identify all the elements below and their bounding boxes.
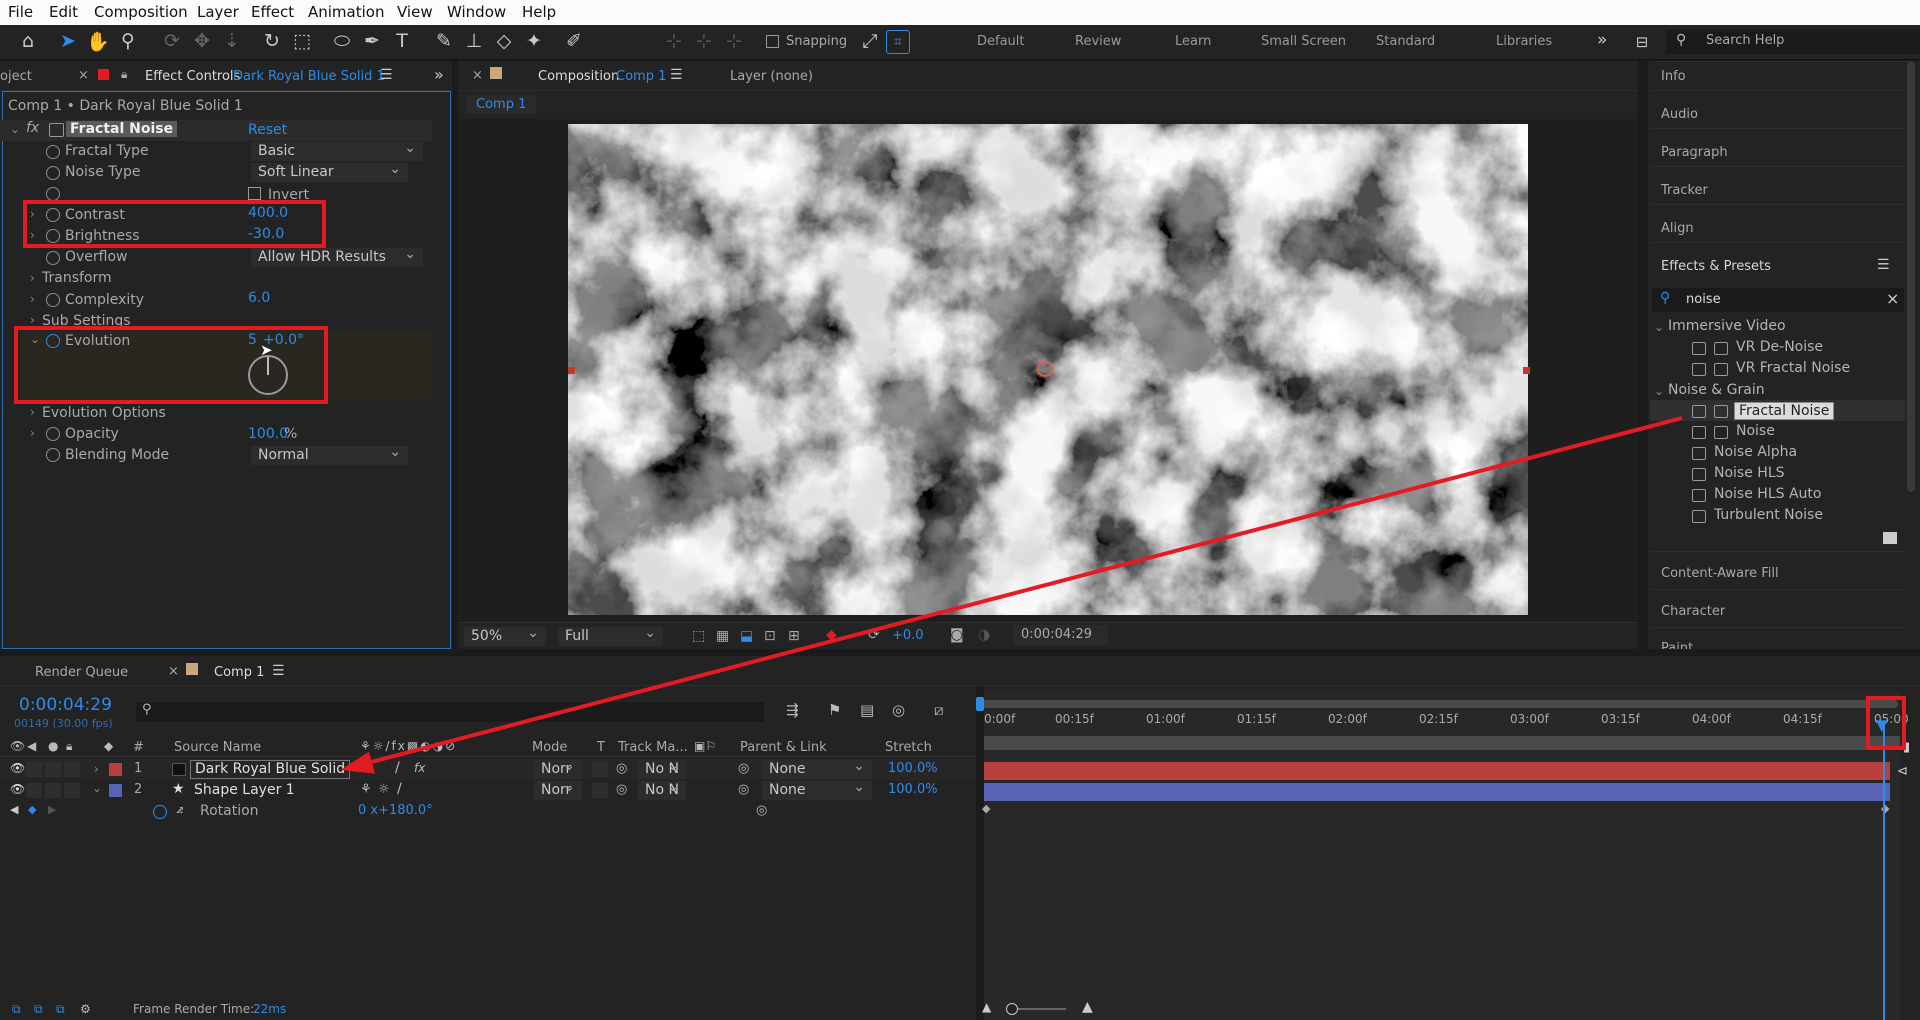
annotation-arrow (340, 416, 1683, 774)
